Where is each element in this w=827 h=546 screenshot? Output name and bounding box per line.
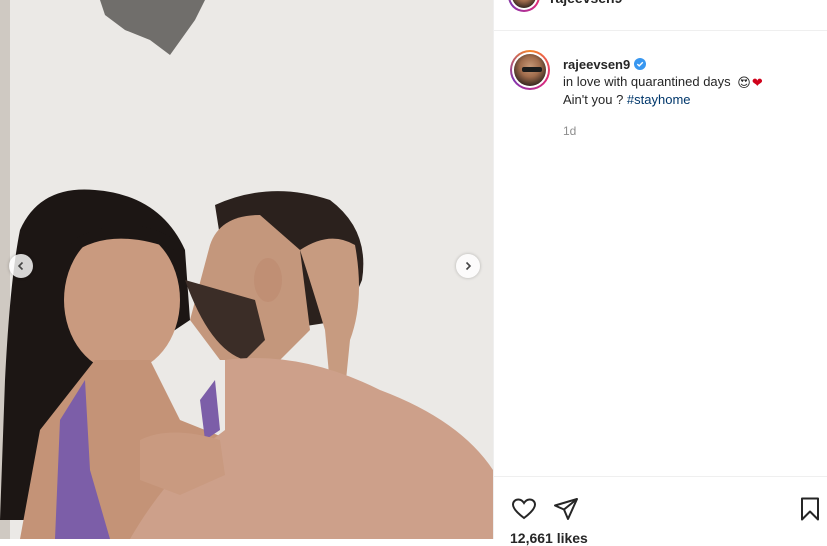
- header-username[interactable]: rajeevsen9: [550, 0, 622, 6]
- red-heart-emoji: ❤: [751, 75, 763, 90]
- heart-outline-icon: [511, 498, 537, 520]
- heart-eyes-emoji: 😍: [737, 75, 751, 90]
- username-link[interactable]: rajeevsen9: [563, 57, 630, 72]
- bookmark-outline-icon: [801, 497, 819, 521]
- paper-plane-icon: [554, 498, 578, 520]
- post-photo: [0, 0, 493, 539]
- chevron-left-icon: [17, 261, 24, 271]
- hashtag-link[interactable]: #stayhome: [627, 92, 691, 107]
- like-button[interactable]: [510, 495, 538, 523]
- post-header: rajeevsen9: [494, 0, 827, 31]
- caption-line-1: in love with quarantined days: [563, 74, 731, 89]
- save-button[interactable]: [796, 495, 824, 523]
- avatar[interactable]: [510, 50, 550, 90]
- post-timestamp[interactable]: 1d: [563, 124, 576, 138]
- chevron-right-icon: [465, 261, 472, 271]
- share-button[interactable]: [552, 495, 580, 523]
- caption-line-2: Ain't you ?: [563, 92, 624, 107]
- caption-text: rajeevsen9 in love with quarantined days…: [563, 56, 818, 108]
- previous-photo-button[interactable]: [9, 254, 33, 278]
- post-media[interactable]: [0, 0, 493, 539]
- likes-count[interactable]: 12,661 likes: [510, 530, 588, 546]
- header-avatar[interactable]: [508, 0, 540, 12]
- next-photo-button[interactable]: [456, 254, 480, 278]
- verified-badge-icon: [634, 58, 647, 70]
- action-bar: [494, 476, 827, 521]
- post-side-panel: rajeevsen9 rajeevsen9 in love with quara…: [493, 0, 827, 546]
